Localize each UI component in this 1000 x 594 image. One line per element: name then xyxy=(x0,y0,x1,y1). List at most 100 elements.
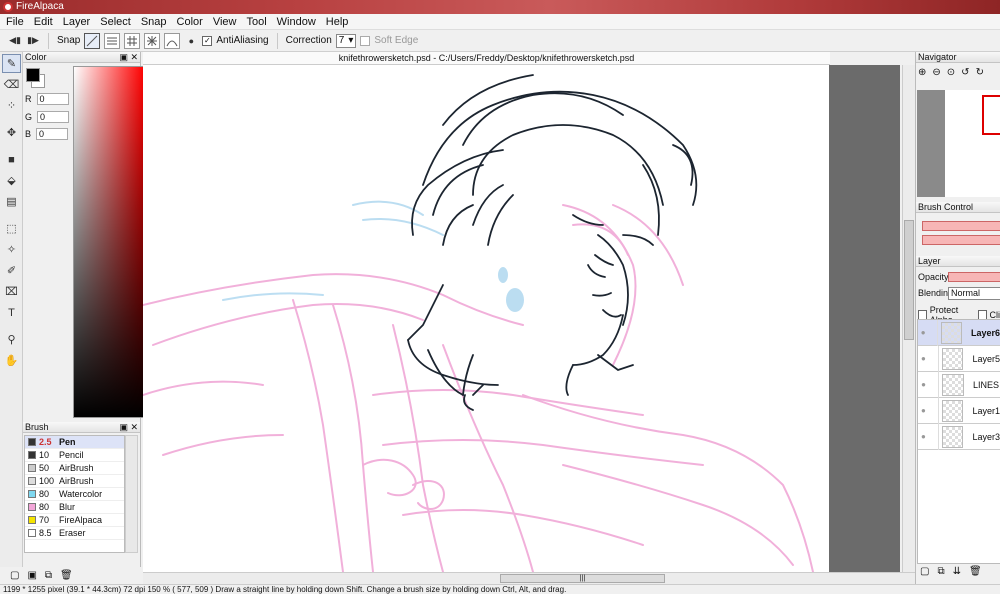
canvas-vertical-scrollbar[interactable] xyxy=(902,65,915,572)
snap-curve-button[interactable] xyxy=(164,32,181,49)
visibility-icon[interactable]: ● xyxy=(918,380,929,389)
layer-lock-toggle[interactable] xyxy=(929,345,939,372)
layer-lock-toggle[interactable] xyxy=(928,319,938,346)
eyedropper-icon[interactable]: ⚲ xyxy=(2,330,21,349)
delete-layer-icon[interactable]: 🗑 xyxy=(969,566,982,577)
app-icon xyxy=(3,2,13,12)
new-layer-icon[interactable]: ▢ xyxy=(920,566,929,577)
r-field[interactable]: 0 xyxy=(36,93,69,105)
snap-grid-button[interactable] xyxy=(124,32,141,49)
layer-row[interactable]: ● Layer5 xyxy=(918,345,1000,372)
magic-wand-icon[interactable]: ✧ xyxy=(2,240,21,259)
menu-tool[interactable]: Tool xyxy=(242,16,272,28)
prev-icon[interactable]: ◀▮ xyxy=(8,34,22,48)
fill-rect-icon[interactable]: ■ xyxy=(2,150,21,169)
move-icon[interactable]: ✥ xyxy=(2,123,21,142)
correction-select[interactable]: 7 ▾ xyxy=(335,33,357,48)
snap-radial-button[interactable] xyxy=(144,32,161,49)
foreground-color-swatch[interactable] xyxy=(26,68,40,82)
navigator-preview[interactable] xyxy=(917,90,1000,197)
gradient-icon[interactable]: ▤ xyxy=(2,192,21,211)
rotate-right-icon[interactable]: ↻ xyxy=(976,67,984,78)
zoom-out-icon[interactable]: ⊖ xyxy=(932,67,940,78)
visibility-icon[interactable]: ● xyxy=(918,406,929,415)
brush-list-scrollbar[interactable] xyxy=(125,435,138,553)
merge-layer-icon[interactable]: ⇊ xyxy=(953,566,961,577)
menu-help[interactable]: Help xyxy=(322,16,355,28)
brush-item[interactable]: 80 Blur xyxy=(25,501,124,514)
navigator-title: Navigator xyxy=(918,52,957,62)
blending-select[interactable]: Normal xyxy=(948,287,1000,300)
panel-controls-icon[interactable]: ▣ ✕ xyxy=(119,422,138,433)
layer-opacity-slider[interactable] xyxy=(948,272,1000,282)
snap-off-button[interactable] xyxy=(84,32,101,49)
layer-row[interactable]: ● Layer6 xyxy=(918,319,1000,346)
edit-brush-icon[interactable]: ▣ xyxy=(27,570,36,581)
horizontal-scroll-thumb[interactable]: ||| xyxy=(500,574,665,583)
brush-item[interactable]: 80 Watercolor xyxy=(25,488,124,501)
document-tab[interactable]: knifethrowersketch.psd - C:/Users/Freddy… xyxy=(143,52,830,65)
menu-snap[interactable]: Snap xyxy=(137,16,173,28)
layer-row[interactable]: ● Layer1 xyxy=(918,397,1000,424)
layer-row[interactable]: ● LINES xyxy=(918,371,1000,398)
antialiasing-checkbox[interactable]: ✓ xyxy=(202,35,213,46)
next-icon[interactable]: ▮▶ xyxy=(26,34,40,48)
brush-color-swatch xyxy=(28,529,36,537)
brush-item[interactable]: 50 AirBrush xyxy=(25,462,124,475)
layer-row[interactable]: ● Layer3 xyxy=(918,423,1000,450)
layer-lock-toggle[interactable] xyxy=(929,371,939,398)
duplicate-layer-icon[interactable]: ⧉ xyxy=(937,566,944,577)
menu-view[interactable]: View xyxy=(209,16,243,28)
brush-item[interactable]: 70 FireAlpaca xyxy=(25,514,124,527)
canvas-area[interactable] xyxy=(143,65,900,572)
select-rect-icon[interactable]: ⬚ xyxy=(2,219,21,238)
pen-tool-icon[interactable]: ✎ xyxy=(2,54,21,73)
saturation-value-picker[interactable] xyxy=(73,66,145,418)
brush-item[interactable]: 8.5 Eraser xyxy=(25,527,124,540)
g-label: G xyxy=(25,112,33,122)
bucket-icon[interactable]: ⬙ xyxy=(2,171,21,190)
zoom-in-icon[interactable]: ⊕ xyxy=(918,67,926,78)
duplicate-brush-icon[interactable]: ⧉ xyxy=(45,570,52,581)
select-eraser-icon[interactable]: ⌧ xyxy=(2,282,21,301)
delete-brush-icon[interactable]: 🗑 xyxy=(60,570,73,581)
brush-item[interactable]: 2.5 Pen xyxy=(25,436,124,449)
brush-item[interactable]: 100 AirBrush xyxy=(25,475,124,488)
menu-color[interactable]: Color xyxy=(173,16,209,28)
menu-select[interactable]: Select xyxy=(96,16,137,28)
visibility-icon[interactable]: ● xyxy=(918,328,928,337)
zoom-fit-icon[interactable]: ⊙ xyxy=(947,67,955,78)
menu-window[interactable]: Window xyxy=(273,16,322,28)
vertical-scroll-thumb[interactable] xyxy=(904,220,914,340)
g-field[interactable]: 0 xyxy=(37,111,70,123)
brush-size: 50 xyxy=(39,463,50,473)
menu-edit[interactable]: Edit xyxy=(30,16,59,28)
b-field[interactable]: 0 xyxy=(36,128,69,140)
select-pen-icon[interactable]: ✐ xyxy=(2,261,21,280)
color-panel: Color ▣ ✕ R 0 G 0 B 0 xyxy=(23,52,161,422)
layer-lock-toggle[interactable] xyxy=(929,423,939,450)
menu-file[interactable]: File xyxy=(2,16,30,28)
brush-item[interactable]: 10 Pencil xyxy=(25,449,124,462)
rotate-left-icon[interactable]: ↺ xyxy=(961,67,969,78)
menu-layer[interactable]: Layer xyxy=(59,16,97,28)
brush-size-slider[interactable] xyxy=(922,221,1000,231)
soft-edge-checkbox[interactable] xyxy=(360,35,371,46)
hand-icon[interactable]: ✋ xyxy=(2,351,21,370)
snap-settings-icon[interactable]: ● xyxy=(184,34,198,48)
navigator-toolbar: ⊕ ⊖ ⊙ ↺ ↻ xyxy=(916,63,1000,82)
blending-value: Normal xyxy=(951,288,981,298)
layer-lock-toggle[interactable] xyxy=(929,397,939,424)
navigator-view-rect[interactable] xyxy=(982,95,1000,135)
eraser-icon[interactable]: ⌫ xyxy=(2,75,21,94)
visibility-icon[interactable]: ● xyxy=(918,432,929,441)
panel-controls-icon[interactable]: ▣ ✕ xyxy=(119,52,138,63)
text-icon[interactable]: T xyxy=(2,303,21,322)
brush-opacity-slider[interactable] xyxy=(922,235,1000,245)
canvas-paper[interactable] xyxy=(143,65,829,572)
visibility-icon[interactable]: ● xyxy=(918,354,929,363)
canvas-horizontal-scrollbar[interactable]: ||| xyxy=(143,572,915,584)
new-brush-icon[interactable]: ▢ xyxy=(10,570,19,581)
snap-parallel-button[interactable] xyxy=(104,32,121,49)
dot-icon[interactable]: ⁘ xyxy=(2,96,21,115)
